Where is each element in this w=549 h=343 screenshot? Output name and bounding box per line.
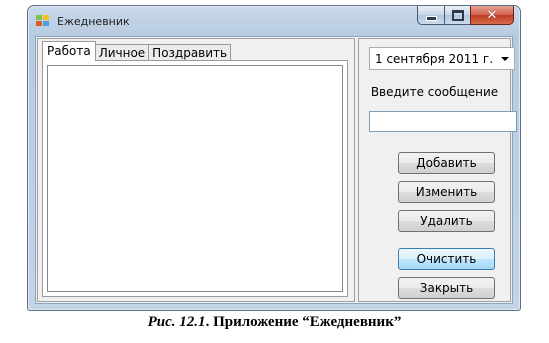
message-prompt-label: Введите сообщение xyxy=(370,85,499,99)
date-value: 1 сентября 2011 г. xyxy=(375,52,494,66)
tab-congratulate[interactable]: Поздравить xyxy=(148,44,232,61)
messages-list[interactable] xyxy=(47,65,343,292)
maximize-icon xyxy=(451,9,464,21)
tab-page-work xyxy=(42,60,348,297)
message-input[interactable] xyxy=(369,111,517,132)
close-button[interactable]: ✕ xyxy=(470,6,514,25)
date-picker[interactable]: 1 сентября 2011 г. xyxy=(369,47,515,70)
window-title: Ежедневник xyxy=(57,15,130,28)
tab-personal[interactable]: Личное xyxy=(94,44,150,61)
chevron-down-icon[interactable] xyxy=(501,57,509,61)
close-app-button[interactable]: Закрыть xyxy=(398,277,495,299)
window-client-area: Работа Личное Поздравить 1 сентября 2011… xyxy=(35,36,517,304)
tab-strip: Работа Личное Поздравить xyxy=(42,40,232,61)
add-button[interactable]: Добавить xyxy=(398,152,495,174)
tab-work[interactable]: Работа xyxy=(42,41,96,61)
minimize-icon xyxy=(425,15,437,21)
window-controls: ✕ xyxy=(417,6,514,27)
clear-button[interactable]: Очистить xyxy=(398,248,495,270)
figure-caption-number: Рис. 12.1 xyxy=(147,314,206,330)
maximize-button[interactable] xyxy=(444,6,470,25)
controls-panel: 1 сентября 2011 г. Введите сообщение Доб… xyxy=(358,38,517,302)
edit-button[interactable]: Изменить xyxy=(398,181,495,203)
title-bar[interactable]: Ежедневник ✕ xyxy=(28,6,520,36)
app-window: Ежедневник ✕ Работа Личное Поздравить 1 … xyxy=(27,5,521,311)
delete-button[interactable]: Удалить xyxy=(398,210,495,232)
app-icon xyxy=(36,15,51,28)
figure-caption: Рис. 12.1. Приложение “Ежедневник” xyxy=(0,314,549,331)
close-icon: ✕ xyxy=(486,7,498,23)
minimize-button[interactable] xyxy=(417,6,444,25)
figure-caption-text: . Приложение “Ежедневник” xyxy=(205,314,402,330)
tabs-panel: Работа Личное Поздравить xyxy=(37,38,355,302)
